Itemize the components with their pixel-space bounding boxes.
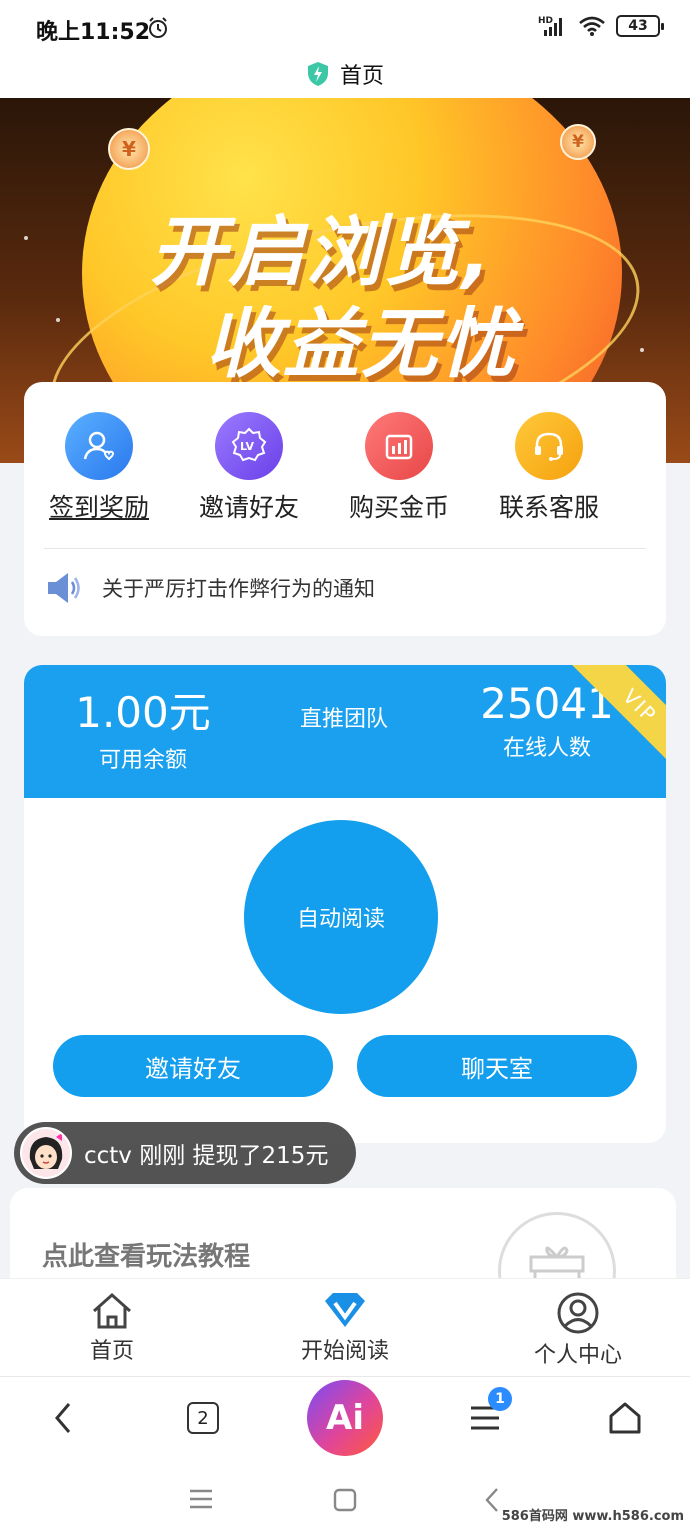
stats-header: 1.00元 可用余额 直推团队 25041 在线人数 VIP <box>24 665 666 798</box>
quick-actions-card: 签到奖励 LV 邀请好友 购买金币 联系客服 关于严厉打击作弊行为的通知 <box>24 382 666 636</box>
recents-icon <box>190 1489 212 1509</box>
back-button[interactable] <box>38 1377 88 1459</box>
ai-button[interactable]: Ai <box>306 1377 384 1459</box>
vip-ribbon: VIP <box>566 665 666 765</box>
invite-friends-button[interactable]: LV 邀请好友 <box>174 412 324 524</box>
wifi-icon <box>579 16 605 36</box>
battery-level: 43 <box>628 18 648 34</box>
toast-message: cctv 刚刚 提现了215元 <box>84 1143 329 1169</box>
nav-home[interactable]: 首页 <box>32 1291 192 1365</box>
status-time: 晚上11:52 <box>36 20 151 45</box>
nav-home-label: 首页 <box>89 1339 134 1364</box>
coin-symbol: ¥ <box>572 132 584 152</box>
withdraw-toast: cctv 刚刚 提现了215元 <box>14 1122 356 1184</box>
checkin-reward-button[interactable]: 签到奖励 <box>24 412 174 524</box>
recents-button[interactable] <box>188 1488 214 1514</box>
svg-text:LV: LV <box>240 440 254 453</box>
divider <box>44 548 646 549</box>
chevron-left-icon <box>55 1403 71 1433</box>
chart-box-icon <box>365 412 433 480</box>
home-button[interactable] <box>600 1377 650 1459</box>
coin-icon: ¥ <box>108 128 150 170</box>
direct-team-link[interactable]: 直推团队 <box>300 701 388 733</box>
reading-card: 1.00元 可用余额 直推团队 25041 在线人数 VIP 自动阅读 邀请好友… <box>24 665 666 1143</box>
balance-label: 可用余额 <box>98 748 187 773</box>
square-icon <box>333 1488 357 1512</box>
balance-value: 1.00元 <box>75 688 211 737</box>
menu-button[interactable]: 1 <box>460 1377 512 1459</box>
ai-logo: Ai <box>307 1380 383 1456</box>
notice-text: 关于严厉打击作弊行为的通知 <box>102 577 375 601</box>
contact-support-button[interactable]: 联系客服 <box>474 412 624 524</box>
system-nav-bar: 586首码网 www.h586.com <box>0 1458 690 1530</box>
title-bar: 首页 <box>0 50 690 98</box>
user-heart-icon <box>65 412 133 480</box>
tab-count: 2 <box>187 1402 219 1434</box>
quick-actions: 签到奖励 LV 邀请好友 购买金币 联系客服 <box>24 412 666 524</box>
tutorial-label: 点此查看玩法教程 <box>42 1242 251 1272</box>
contact-support-label: 联系客服 <box>498 493 599 522</box>
shield-bolt-icon <box>307 62 328 86</box>
checkin-reward-label: 签到奖励 <box>48 493 149 522</box>
speaker-icon <box>48 573 80 603</box>
nav-profile-label: 个人中心 <box>533 1343 622 1368</box>
svg-text:HD: HD <box>538 16 553 26</box>
alarm-icon <box>149 17 167 38</box>
page-title: 首页 <box>339 64 384 89</box>
nav-start-reading-label: 开始阅读 <box>300 1339 389 1364</box>
user-circle-icon <box>557 1292 599 1334</box>
balance-stat: 1.00元 可用余额 <box>66 679 220 774</box>
auto-read-button[interactable]: 自动阅读 <box>244 820 438 1014</box>
status-bar: 晚上11:52 HD 43 <box>0 0 690 50</box>
back-system-button[interactable] <box>482 1486 502 1518</box>
bottom-nav: 首页 开始阅读 个人中心 <box>0 1278 690 1376</box>
browser-toolbar: 2 Ai 1 <box>0 1376 690 1458</box>
buy-coins-button[interactable]: 购买金币 <box>324 412 474 524</box>
banner-headline-2: 收益无忧 <box>205 299 517 388</box>
invite-friends-label: 邀请好友 <box>198 493 299 522</box>
watermark: 586首码网 www.h586.com <box>501 1509 684 1524</box>
notice-bar[interactable]: 关于严厉打击作弊行为的通知 <box>44 570 375 606</box>
vip-label: VIP <box>569 665 666 765</box>
home-icon <box>93 1292 131 1329</box>
coin-symbol: ¥ <box>122 137 136 161</box>
home-outline-icon <box>609 1402 641 1434</box>
buy-coins-label: 购买金币 <box>348 493 449 522</box>
nav-start-reading[interactable]: 开始阅读 <box>265 1291 425 1365</box>
diamond-v-icon <box>325 1293 365 1327</box>
home-system-button[interactable] <box>333 1488 357 1516</box>
lv-badge-icon: LV <box>215 412 283 480</box>
menu-badge: 1 <box>488 1387 512 1411</box>
invite-friends-pill-button[interactable]: 邀请好友 <box>53 1035 333 1097</box>
battery-indicator: 43 <box>616 15 664 37</box>
nav-profile[interactable]: 个人中心 <box>498 1291 658 1369</box>
headset-icon <box>515 412 583 480</box>
chevron-left-icon <box>485 1488 498 1512</box>
coin-icon: ¥ <box>560 124 596 160</box>
chat-room-button[interactable]: 聊天室 <box>357 1035 637 1097</box>
avatar <box>20 1127 72 1179</box>
tabs-button[interactable]: 2 <box>178 1377 228 1459</box>
signal-icon: HD <box>538 16 562 36</box>
